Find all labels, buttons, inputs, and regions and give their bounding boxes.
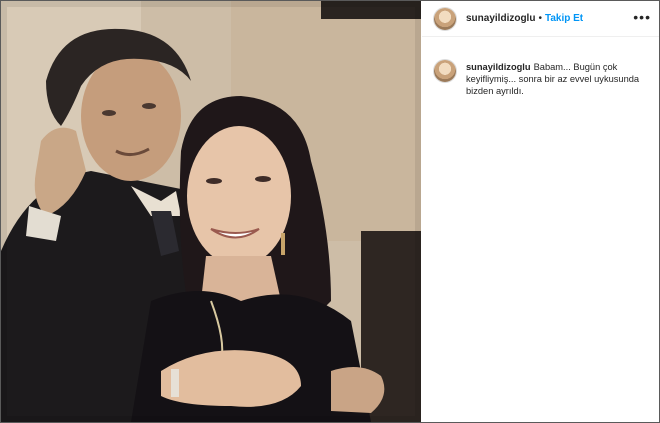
caption-username[interactable]: sunayildizoglu [466,62,531,72]
more-options-icon[interactable]: ••• [633,10,651,26]
post-sidebar: sunayildizoglu • Takip Et ••• sunayildiz… [422,1,659,422]
post-caption: sunayildizoglu Babam... Bugün çok keyifli… [422,37,659,97]
post-header: sunayildizoglu • Takip Et ••• [422,1,659,37]
post-photo[interactable] [1,1,421,422]
follow-button[interactable]: Takip Et [545,13,583,24]
separator-dot: • [538,13,542,24]
username[interactable]: sunayildizoglu [466,13,535,24]
caption-avatar[interactable] [434,60,456,82]
caption-text: sunayildizoglu Babam... Bugün çok keyifli… [466,61,647,97]
photo-image [1,1,421,422]
instagram-post: sunayildizoglu • Takip Et ••• sunayildiz… [0,0,660,423]
avatar[interactable] [434,7,456,30]
